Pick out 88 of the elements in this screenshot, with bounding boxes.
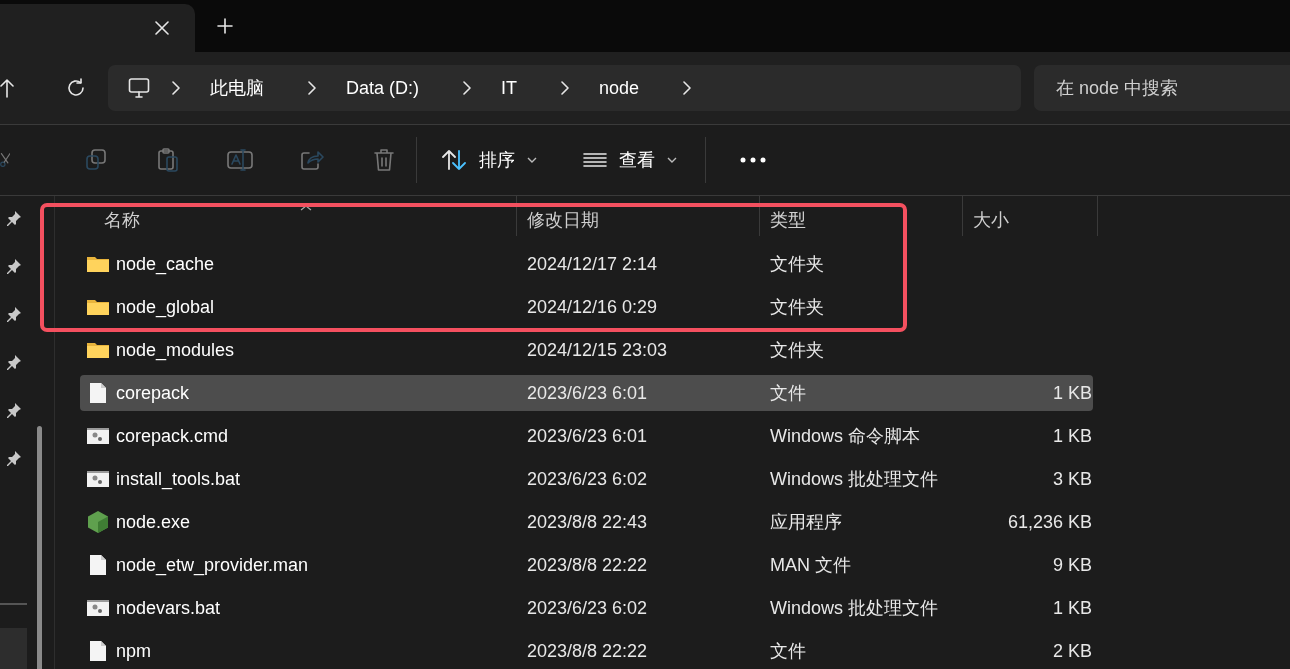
file-name: node_etw_provider.man xyxy=(116,554,309,576)
chevron-right-icon xyxy=(172,81,180,95)
modified-date: 2023/6/23 6:01 xyxy=(527,425,648,446)
modified-date: 2023/8/8 22:22 xyxy=(527,554,648,575)
file-type: 应用程序 xyxy=(770,512,842,532)
column-header[interactable]: 名称 xyxy=(80,196,517,236)
pin-icon[interactable] xyxy=(6,402,22,418)
scrollbar-thumb[interactable] xyxy=(37,426,42,669)
pin-icon[interactable] xyxy=(6,306,22,322)
file-name: nodevars.bat xyxy=(116,597,221,619)
modified-date: 2024/12/16 0:29 xyxy=(527,296,658,317)
modified-date: 2024/12/17 2:14 xyxy=(527,253,658,274)
modified-date: 2024/12/15 23:03 xyxy=(527,339,668,360)
file-icon xyxy=(87,640,109,662)
file-type: Windows 批处理文件 xyxy=(770,469,939,489)
file-row[interactable]: install_tools.bat 2023/6/23 6:02 Windows 批处理文件 3 KB xyxy=(80,461,1093,497)
file-row[interactable]: nodevars.bat 2023/6/23 6:02 Windows 批处理文件 1 KB xyxy=(80,590,1093,626)
plus-icon[interactable] xyxy=(217,18,233,34)
pin-icon[interactable] xyxy=(6,354,22,370)
file-type: Windows 批处理文件 xyxy=(770,598,939,618)
file-icon xyxy=(87,554,109,576)
file-type: 文件 xyxy=(770,383,806,403)
file-type: MAN 文件 xyxy=(770,555,851,575)
modified-date: 2023/6/23 6:02 xyxy=(527,597,648,618)
script-file-icon xyxy=(87,468,109,490)
file-name: install_tools.bat xyxy=(116,468,241,490)
address-bar[interactable]: 此电脑 Data (D:) IT node xyxy=(108,65,1021,111)
up-arrow-icon[interactable] xyxy=(0,78,14,98)
pin-icon[interactable] xyxy=(6,450,22,466)
script-file-icon xyxy=(87,425,109,447)
breadcrumb-item[interactable]: Data (D:) xyxy=(316,77,441,99)
file-size: 1 KB xyxy=(1052,425,1092,446)
file-row[interactable]: node_modules 2024/12/15 23:03 文件夹 xyxy=(80,332,1093,368)
hexagon-icon xyxy=(87,511,109,533)
file-name: corepack xyxy=(116,382,190,404)
file-row[interactable]: npm 2023/8/8 22:22 文件 2 KB xyxy=(80,633,1093,669)
script-file-icon xyxy=(87,597,109,619)
breadcrumb-item[interactable]: IT xyxy=(471,77,539,99)
breadcrumb-item[interactable]: 此电脑 xyxy=(180,76,286,100)
file-type: 文件夹 xyxy=(770,340,824,360)
modified-date: 2023/6/23 6:01 xyxy=(527,382,648,403)
caret-icon xyxy=(667,157,677,163)
list-view-icon xyxy=(583,152,607,168)
file-row[interactable]: corepack 2023/6/23 6:01 文件 1 KB xyxy=(80,375,1093,411)
pin-icon[interactable] xyxy=(6,258,22,274)
breadcrumb-item[interactable]: node xyxy=(569,77,662,99)
file-type: 文件夹 xyxy=(770,297,824,317)
column-header[interactable]: 修改日期 xyxy=(517,196,760,236)
file-name: node_global xyxy=(116,296,215,318)
chevron-right-icon xyxy=(561,81,569,95)
file-size: 1 KB xyxy=(1052,382,1092,403)
file-row[interactable]: node_cache 2024/12/17 2:14 文件夹 xyxy=(80,246,1093,282)
modified-date: 2023/6/23 6:02 xyxy=(527,468,648,489)
file-name: node.exe xyxy=(116,511,191,533)
file-row[interactable]: node_etw_provider.man 2023/8/8 22:22 MAN 文件 9 KB xyxy=(80,547,1093,583)
file-row[interactable]: node_global 2024/12/16 0:29 文件夹 xyxy=(80,289,1093,325)
chevron-right-icon xyxy=(308,81,316,95)
file-name: node_modules xyxy=(116,339,235,361)
view-button[interactable]: 查看 xyxy=(579,138,681,182)
pin-icon[interactable] xyxy=(6,210,22,226)
file-row[interactable]: corepack.cmd 2023/6/23 6:01 Windows 命令脚本 1 KB xyxy=(80,418,1093,454)
search-field[interactable]: 在 node 中搜索 xyxy=(1034,65,1290,111)
file-size: 1 KB xyxy=(1052,597,1092,618)
file-size: 2 KB xyxy=(1052,640,1092,661)
caret-icon xyxy=(527,157,537,163)
sort-button[interactable]: 排序 xyxy=(437,138,541,182)
file-size: 3 KB xyxy=(1052,468,1092,489)
close-icon[interactable] xyxy=(155,21,169,35)
modified-date: 2023/8/8 22:43 xyxy=(527,511,648,532)
chevron-right-icon xyxy=(683,81,692,95)
more-options-icon[interactable] xyxy=(740,157,766,163)
file-type: Windows 命令脚本 xyxy=(770,426,921,446)
file-name: corepack.cmd xyxy=(116,425,229,447)
column-header[interactable]: 类型 xyxy=(760,196,963,236)
chevron-right-icon xyxy=(463,81,471,95)
modified-date: 2023/8/8 22:22 xyxy=(527,640,648,661)
refresh-icon[interactable] xyxy=(66,78,86,98)
file-icon xyxy=(87,382,109,404)
monitor-icon xyxy=(128,77,150,99)
file-type: 文件夹 xyxy=(770,254,824,274)
file-name: node_cache xyxy=(116,253,215,275)
sort-icon xyxy=(441,150,467,170)
file-type: 文件 xyxy=(770,641,806,661)
column-header[interactable]: 大小 xyxy=(963,196,1098,236)
file-name: npm xyxy=(116,640,151,662)
file-row[interactable]: node.exe 2023/8/8 22:43 应用程序 61,236 KB xyxy=(80,504,1093,540)
file-size: 61,236 KB xyxy=(1007,511,1092,532)
file-size: 9 KB xyxy=(1052,554,1092,575)
